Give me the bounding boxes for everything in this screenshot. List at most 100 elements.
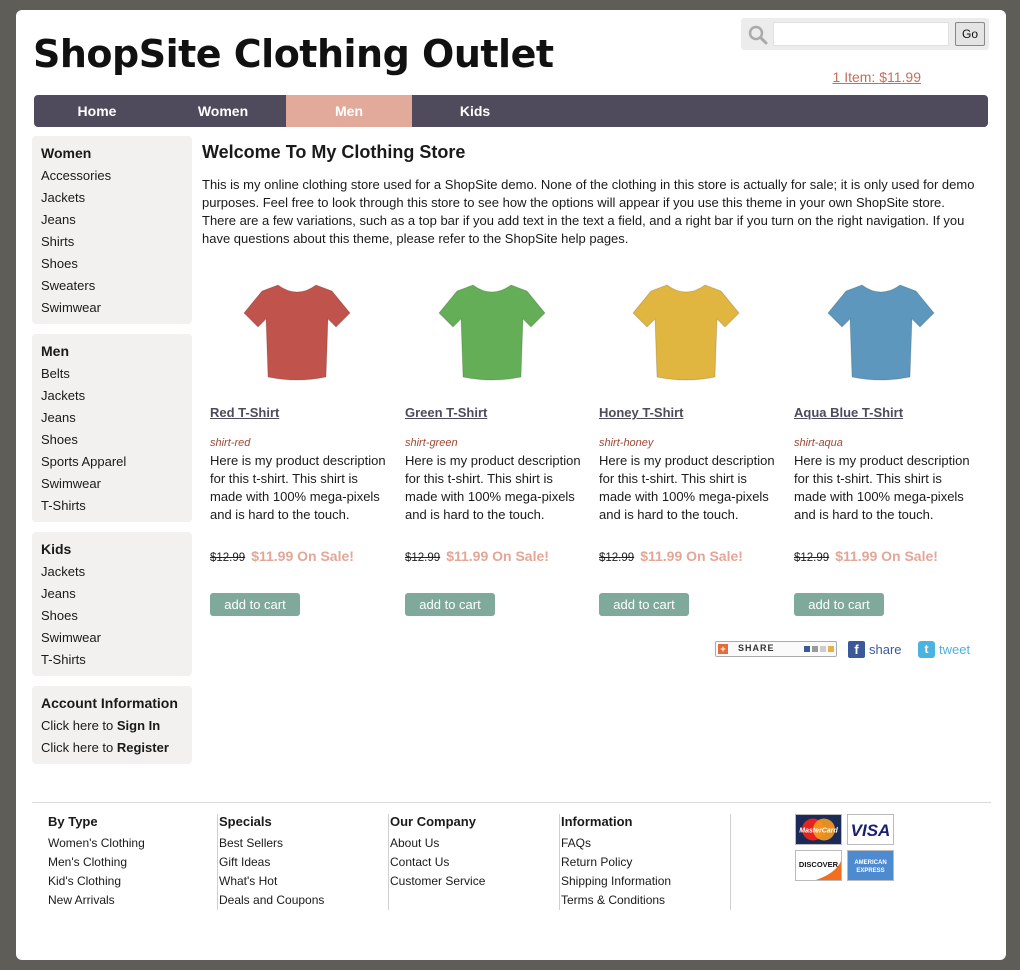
- t-shirt-image[interactable]: [629, 277, 744, 387]
- sidebar-item-jeans[interactable]: Jeans: [41, 407, 183, 429]
- search-box: Go: [741, 18, 989, 50]
- site-title: ShopSite Clothing Outlet: [33, 32, 554, 76]
- search-go-button[interactable]: Go: [955, 22, 985, 46]
- sale-price: $11.99 On Sale!: [251, 548, 354, 564]
- tab-women[interactable]: Women: [160, 95, 286, 127]
- sidebar-item-sweaters[interactable]: Sweaters: [41, 275, 183, 297]
- sidebar-item-accessories[interactable]: Accessories: [41, 165, 183, 187]
- footer-link[interactable]: FAQs: [561, 834, 730, 853]
- sidebar-item-jackets[interactable]: Jackets: [41, 561, 183, 583]
- sidebar-item-t-shirts[interactable]: T-Shirts: [41, 495, 183, 517]
- sidebar-item-jeans[interactable]: Jeans: [41, 209, 183, 231]
- product-description: Here is my product description for this …: [210, 453, 386, 522]
- footer-link[interactable]: Women's Clothing: [48, 834, 217, 853]
- sidebar-heading-kids: Kids: [41, 541, 72, 557]
- footer-link[interactable]: Deals and Coupons: [219, 891, 388, 910]
- footer-link[interactable]: Kid's Clothing: [48, 872, 217, 891]
- footer-link[interactable]: New Arrivals: [48, 891, 217, 910]
- sidebar-item-shoes[interactable]: Shoes: [41, 605, 183, 627]
- plus-icon: +: [718, 644, 728, 654]
- twitter-share-label: tweet: [939, 642, 971, 657]
- footer-link[interactable]: Gift Ideas: [219, 853, 388, 872]
- register-link[interactable]: Register: [117, 740, 169, 755]
- footer-link[interactable]: Return Policy: [561, 853, 730, 872]
- footer-divider: [32, 802, 991, 803]
- intro-text: This is my online clothing store used fo…: [202, 177, 975, 246]
- footer-link[interactable]: About Us: [390, 834, 559, 853]
- signin-link[interactable]: Sign In: [117, 718, 160, 733]
- sidebar-item-t-shirts[interactable]: T-Shirts: [41, 649, 183, 671]
- sale-price: $11.99 On Sale!: [640, 548, 743, 564]
- mastercard-icon: MasterCard: [795, 814, 842, 845]
- product-description: Here is my product description for this …: [794, 453, 970, 522]
- sidebar-item-shoes[interactable]: Shoes: [41, 429, 183, 451]
- footer-link[interactable]: Terms & Conditions: [561, 891, 730, 910]
- t-shirt-image[interactable]: [240, 277, 355, 387]
- footer-link[interactable]: Men's Clothing: [48, 853, 217, 872]
- sidebar-kids: Kids Jackets Jeans Shoes Swimwear T-Shir…: [32, 532, 192, 676]
- footer-heading: Specials: [219, 814, 272, 829]
- visa-label: VISA: [851, 821, 891, 840]
- cart-summary-link[interactable]: 1 Item: $11.99: [833, 69, 921, 85]
- footer-column-information: Information FAQs Return Policy Shipping …: [561, 814, 731, 910]
- product-name-link[interactable]: Red T-Shirt: [210, 405, 279, 420]
- twitter-share[interactable]: t tweet: [918, 641, 970, 658]
- t-shirt-image[interactable]: [824, 277, 939, 387]
- footer-link[interactable]: Best Sellers: [219, 834, 388, 853]
- sidebar-item-swimwear[interactable]: Swimwear: [41, 627, 183, 649]
- sidebar-item-swimwear[interactable]: Swimwear: [41, 473, 183, 495]
- product-sku: shirt-honey: [599, 437, 654, 449]
- register-prefix: Click here to: [41, 740, 117, 755]
- tab-men[interactable]: Men: [286, 95, 412, 127]
- sidebar-heading-account: Account Information: [41, 695, 178, 711]
- social-services-icon: [804, 646, 834, 652]
- facebook-icon: f: [848, 641, 865, 658]
- share-button[interactable]: + SHARE: [715, 641, 837, 657]
- amex-label-line2: EXPRESS: [856, 868, 884, 874]
- product-name-link[interactable]: Aqua Blue T-Shirt: [794, 405, 903, 420]
- search-input[interactable]: [773, 22, 949, 46]
- sidebar-item-jackets[interactable]: Jackets: [41, 187, 183, 209]
- footer-column-specials: Specials Best Sellers Gift Ideas What's …: [219, 814, 389, 910]
- footer-link[interactable]: Customer Service: [390, 872, 559, 891]
- t-shirt-image[interactable]: [435, 277, 550, 387]
- facebook-share[interactable]: f share: [848, 641, 902, 658]
- main-content: Welcome To My Clothing Store This is my …: [202, 142, 992, 658]
- old-price: $12.99: [210, 552, 246, 564]
- tab-home[interactable]: Home: [34, 95, 160, 127]
- facebook-share-label: share: [869, 642, 902, 657]
- sidebar-heading-women: Women: [41, 145, 92, 161]
- sale-price: $11.99 On Sale!: [446, 548, 549, 564]
- footer-link[interactable]: What's Hot: [219, 872, 388, 891]
- add-to-cart-button[interactable]: add to cart: [210, 593, 300, 616]
- product-price: $12.99 $11.99 On Sale!: [210, 548, 354, 566]
- sidebar-item-jackets[interactable]: Jackets: [41, 385, 183, 407]
- footer-heading: Our Company: [390, 814, 476, 829]
- sidebar-item-sports-apparel[interactable]: Sports Apparel: [41, 451, 183, 473]
- product-sku: shirt-aqua: [794, 437, 843, 449]
- product-price: $12.99 $11.99 On Sale!: [405, 548, 549, 566]
- product-sku: shirt-red: [210, 437, 251, 449]
- tab-kids[interactable]: Kids: [412, 95, 538, 127]
- top-navigation: Home Women Men Kids: [34, 95, 988, 127]
- old-price: $12.99: [405, 552, 441, 564]
- sidebar-item-shirts[interactable]: Shirts: [41, 231, 183, 253]
- register-row: Click here to Register: [41, 737, 183, 759]
- add-to-cart-button[interactable]: add to cart: [405, 593, 495, 616]
- signin-row: Click here to Sign In: [41, 715, 183, 737]
- page: ShopSite Clothing Outlet Go 1 Item: $11.…: [16, 10, 1006, 960]
- amex-icon: AMERICAN EXPRESS: [847, 850, 894, 881]
- sidebar-item-belts[interactable]: Belts: [41, 363, 183, 385]
- product-name-link[interactable]: Green T-Shirt: [405, 405, 487, 420]
- sidebar-item-swimwear[interactable]: Swimwear: [41, 297, 183, 319]
- add-to-cart-button[interactable]: add to cart: [794, 593, 884, 616]
- sidebar-item-jeans[interactable]: Jeans: [41, 583, 183, 605]
- sidebar-item-shoes[interactable]: Shoes: [41, 253, 183, 275]
- old-price: $12.99: [794, 552, 830, 564]
- footer-link[interactable]: Contact Us: [390, 853, 559, 872]
- sidebar-men: Men Belts Jackets Jeans Shoes Sports App…: [32, 334, 192, 522]
- search-icon: [748, 25, 768, 45]
- product-name-link[interactable]: Honey T-Shirt: [599, 405, 684, 420]
- add-to-cart-button[interactable]: add to cart: [599, 593, 689, 616]
- footer-link[interactable]: Shipping Information: [561, 872, 730, 891]
